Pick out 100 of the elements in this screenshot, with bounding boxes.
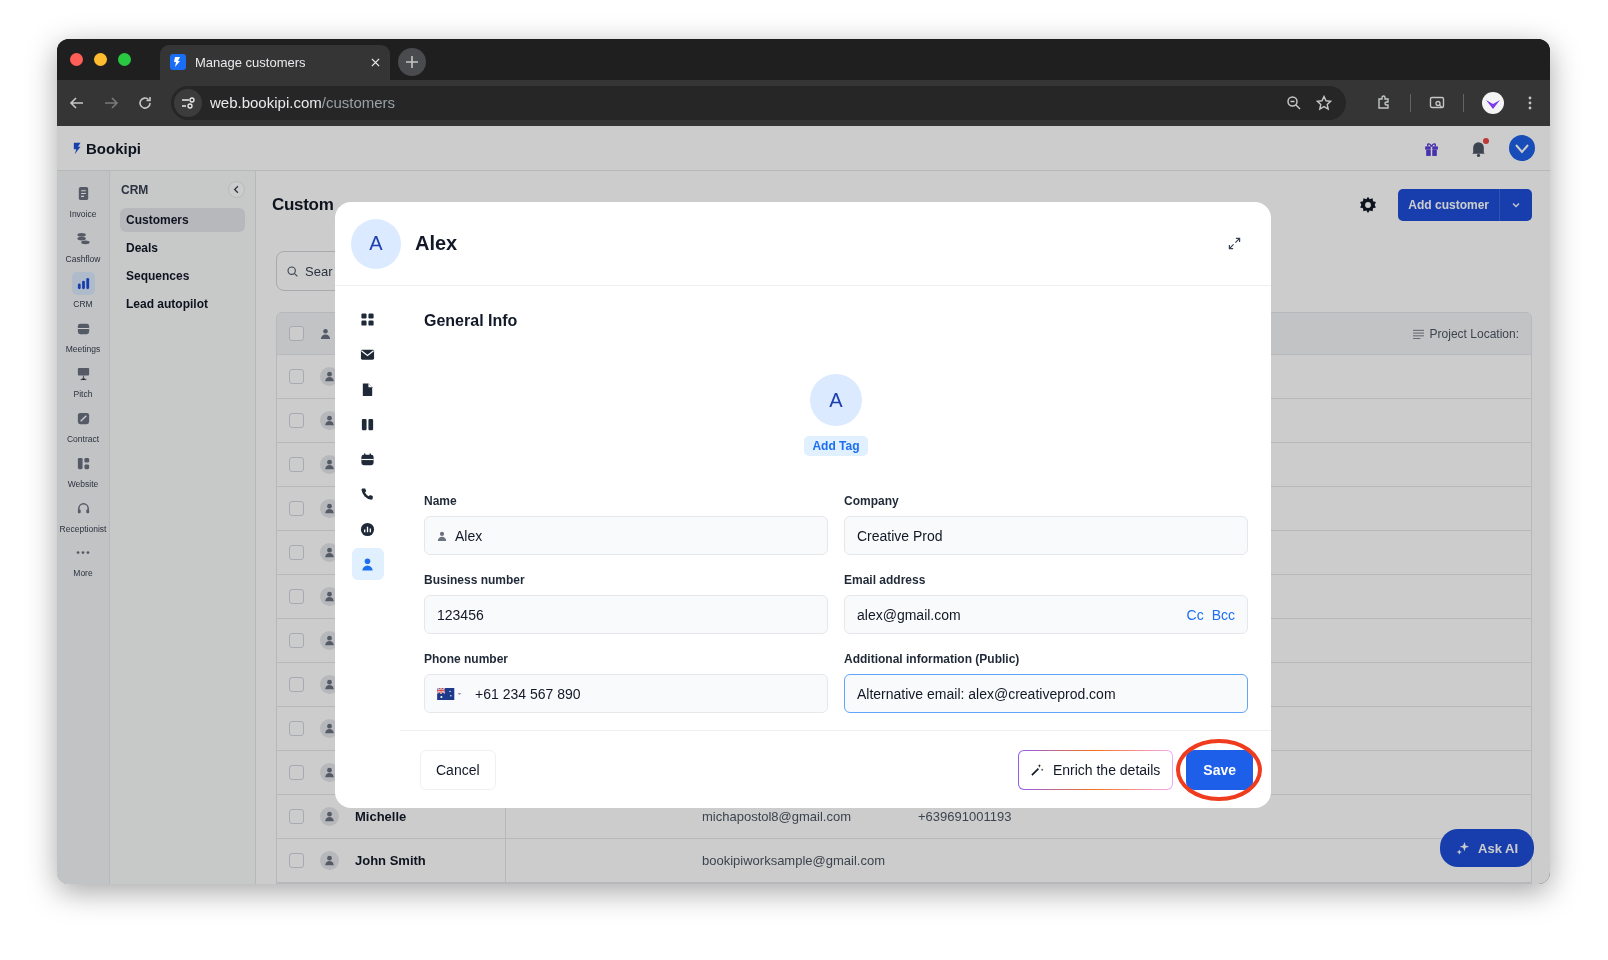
field-label: Company xyxy=(844,494,900,508)
field-label: Name xyxy=(424,494,458,508)
input-field[interactable]: 123456 xyxy=(424,595,828,634)
field-value: 123456 xyxy=(437,606,484,623)
field-value: Alex xyxy=(455,527,483,544)
row-checkbox[interactable] xyxy=(289,633,304,648)
bell-icon[interactable] xyxy=(1470,139,1487,157)
nav-rail-item[interactable]: More xyxy=(58,540,108,581)
flag-icon[interactable] xyxy=(437,687,463,700)
field-value: Creative Prod xyxy=(857,527,943,544)
panel-menu-item[interactable]: Lead autopilot xyxy=(120,292,245,316)
profile-avatar-icon[interactable] xyxy=(1482,91,1504,114)
person-icon xyxy=(437,530,447,541)
row-checkbox[interactable] xyxy=(289,545,304,560)
email-cell: bookipiworksample@gmail.com xyxy=(702,853,885,868)
account-avatar-icon[interactable] xyxy=(1509,135,1535,161)
row-checkbox[interactable] xyxy=(289,413,304,428)
nav-rail-item[interactable]: Invoice xyxy=(58,180,108,221)
row-checkbox[interactable] xyxy=(289,589,304,604)
panel-menu-item[interactable]: Sequences xyxy=(120,264,245,288)
field-value: alex@gmail.com xyxy=(857,606,961,623)
expand-icon[interactable] xyxy=(1228,237,1241,250)
avatar: A xyxy=(810,374,862,426)
tab-title: Manage customers xyxy=(195,54,307,70)
settings-icon[interactable] xyxy=(1358,195,1379,215)
panel-title: CRM xyxy=(121,182,149,197)
close-window-icon[interactable] xyxy=(70,52,83,66)
reload-icon[interactable] xyxy=(137,94,153,111)
cancel-button[interactable]: Cancel xyxy=(420,749,496,790)
row-checkbox[interactable] xyxy=(289,501,304,516)
field-value: Alternative email: alex@creativeprod.com xyxy=(857,685,1116,702)
nav-rail-item[interactable]: Meetings xyxy=(58,315,108,356)
bcc-link[interactable]: Bcc xyxy=(1211,606,1235,623)
search-placeholder: Sear xyxy=(305,263,333,279)
person-icon[interactable] xyxy=(351,548,384,580)
bar-chart-icon xyxy=(71,272,95,295)
nav-rail-item[interactable]: Contract xyxy=(58,405,108,446)
ask-ai-button[interactable]: Ask AI xyxy=(1440,829,1534,867)
row-checkbox[interactable] xyxy=(289,457,304,472)
bookipi-logo[interactable]: Bookipi xyxy=(73,139,141,157)
nav-rail-item[interactable]: CRM xyxy=(58,270,108,311)
sparkle-icon xyxy=(1456,840,1471,856)
person-avatar-icon xyxy=(320,807,339,826)
more-icon xyxy=(76,551,90,555)
back-icon[interactable] xyxy=(69,94,85,111)
customer-name: Michelle xyxy=(355,809,407,824)
collapse-icon[interactable] xyxy=(228,181,245,198)
email-field[interactable]: alex@gmail.com Cc Bcc xyxy=(844,595,1248,634)
email-cell: michapostol8@gmail.com xyxy=(702,809,852,824)
close-icon[interactable] xyxy=(371,57,380,67)
add-tag-button[interactable]: Add Tag xyxy=(804,436,868,456)
search-icon xyxy=(286,264,299,278)
input-field[interactable]: Alternative email: alex@creativeprod.com xyxy=(844,674,1248,713)
panel-menu-item[interactable]: Deals xyxy=(120,236,245,260)
nav-rail-item[interactable]: Pitch xyxy=(58,360,108,401)
person-icon xyxy=(320,328,331,339)
field-label: Phone number xyxy=(424,652,509,666)
cc-link[interactable]: Cc xyxy=(1186,606,1204,623)
bookipi-logo-icon xyxy=(170,54,186,71)
dialog-title: Alex xyxy=(415,232,458,255)
add-customer-button[interactable]: Add customer xyxy=(1398,189,1532,221)
input-field[interactable]: Creative Prod xyxy=(844,516,1248,555)
nav-rail-item[interactable]: Cashflow xyxy=(58,225,108,266)
customer-name: John Smith xyxy=(355,853,426,868)
save-button[interactable]: Save xyxy=(1186,749,1253,790)
select-all-checkbox[interactable] xyxy=(289,326,304,341)
extensions-icon[interactable] xyxy=(1376,94,1392,111)
bookmark-star-icon[interactable] xyxy=(1316,94,1332,111)
row-checkbox[interactable] xyxy=(289,721,304,736)
field-label: Additional information (Public) xyxy=(844,652,1021,666)
address-bar[interactable]: web.bookipi.com/customers xyxy=(171,85,1346,120)
zoom-icon[interactable] xyxy=(1286,94,1302,111)
url-text: web.bookipi.com/customers xyxy=(210,94,396,112)
row-checkbox[interactable] xyxy=(289,853,304,868)
forward-icon[interactable] xyxy=(103,94,119,111)
panel-menu-item[interactable]: Customers xyxy=(120,208,245,232)
row-checkbox[interactable] xyxy=(289,765,304,780)
phone-cell: +639691001193 xyxy=(918,809,1012,824)
row-checkbox[interactable] xyxy=(289,369,304,384)
new-tab-icon[interactable] xyxy=(398,47,426,76)
nav-rail-item[interactable]: Website xyxy=(58,450,108,491)
field-label: Email address xyxy=(844,573,927,587)
avatar: A xyxy=(351,218,401,269)
tab-search-icon[interactable] xyxy=(1429,94,1445,111)
browser-tab[interactable]: Manage customers xyxy=(160,44,390,80)
phone-field[interactable]: +61 234 567 890 xyxy=(424,674,828,713)
field-value: +61 234 567 890 xyxy=(475,685,581,702)
person-avatar-icon xyxy=(320,851,339,870)
enrich-button[interactable]: Enrich the details xyxy=(1017,749,1174,790)
nav-rail-item[interactable]: Receptionist xyxy=(58,495,108,536)
row-checkbox[interactable] xyxy=(289,809,304,824)
site-settings-icon[interactable] xyxy=(174,88,202,117)
maximize-window-icon[interactable] xyxy=(118,52,131,66)
lines-icon xyxy=(1412,328,1424,339)
column-header: Project Location: xyxy=(1429,326,1519,341)
minimize-window-icon[interactable] xyxy=(94,52,107,66)
row-checkbox[interactable] xyxy=(289,677,304,692)
input-field[interactable]: Alex xyxy=(424,516,828,555)
page-title: Custom xyxy=(272,195,334,215)
section-title: General Info xyxy=(424,312,519,330)
